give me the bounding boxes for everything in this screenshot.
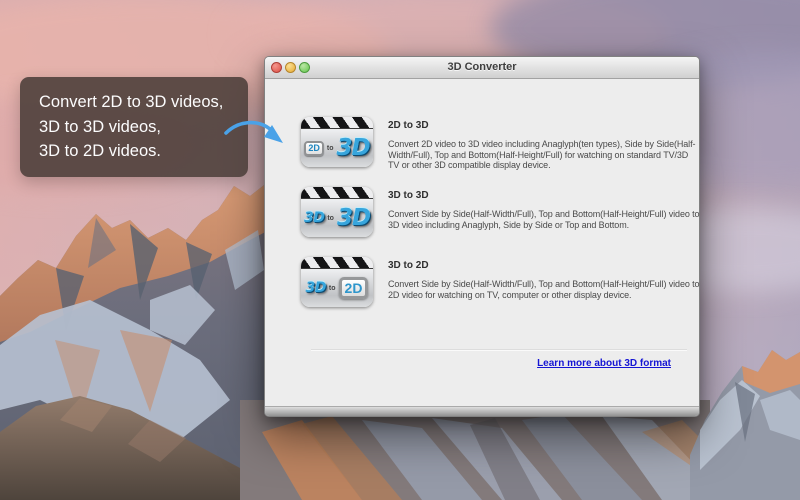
converter-item-2d-to-3d[interactable]: 2D to 3D 2D to 3D Convert 2D video to 3D… [301, 117, 699, 171]
zoom-button[interactable] [299, 62, 310, 73]
converter-item-3d-to-3d[interactable]: 3D to 3D 3D to 3D Convert Side by Side(H… [301, 187, 700, 237]
item-title: 3D to 2D [388, 260, 429, 271]
item-description: Convert Side by Side(Half-Width/Full), T… [388, 209, 700, 230]
item-title: 3D to 3D [388, 190, 429, 201]
item-title: 2D to 3D [388, 120, 429, 131]
clapper-stripes [301, 257, 373, 269]
clapperboard-icon-2d-to-3d: 2D to 3D [301, 117, 373, 167]
app-window: 3D Converter 2D to 3D 2D to 3D Convert 2… [264, 56, 700, 417]
curved-arrow-icon [224, 120, 283, 143]
callout-tooltip: Convert 2D to 3D videos, 3D to 3D videos… [20, 77, 248, 177]
minimize-button[interactable] [285, 62, 296, 73]
icon-label-to: 3D [336, 135, 371, 161]
tooltip-line-1: Convert 2D to 3D videos, [39, 93, 224, 111]
close-button[interactable] [271, 62, 282, 73]
icon-label-from: 3D [303, 210, 325, 226]
window-bottom-bar [265, 406, 699, 416]
item-description: Convert 2D video to 3D video including A… [388, 139, 696, 170]
icon-label-to-word: to [327, 214, 334, 222]
footer-divider [311, 349, 687, 350]
clapper-stripes [301, 187, 373, 199]
icon-label-to-word: to [328, 284, 336, 292]
tooltip-line-3: 3D to 2D videos. [39, 142, 161, 160]
tooltip-line-2: 3D to 3D videos, [39, 117, 161, 136]
desktop: Convert 2D to 3D videos, 3D to 3D videos… [0, 0, 800, 500]
icon-label-from: 2D [304, 140, 324, 156]
learn-more-link[interactable]: Learn more about 3D format [537, 358, 671, 369]
converter-item-3d-to-2d[interactable]: 3D to 2D 3D to 2D Convert Side by Side(H… [301, 257, 700, 307]
item-description: Convert Side by Side(Half-Width/Full), T… [388, 279, 700, 300]
window-titlebar: 3D Converter [265, 57, 699, 79]
icon-label-from: 3D [305, 280, 327, 296]
icon-label-to: 3D [336, 205, 371, 231]
clapperboard-icon-3d-to-2d: 3D to 2D [301, 257, 373, 307]
clapperboard-icon-3d-to-3d: 3D to 3D [301, 187, 373, 237]
window-title: 3D Converter [447, 61, 517, 73]
clapper-stripes [301, 117, 373, 129]
icon-label-to: 2D [338, 277, 369, 299]
icon-label-to-word: to [326, 144, 334, 152]
